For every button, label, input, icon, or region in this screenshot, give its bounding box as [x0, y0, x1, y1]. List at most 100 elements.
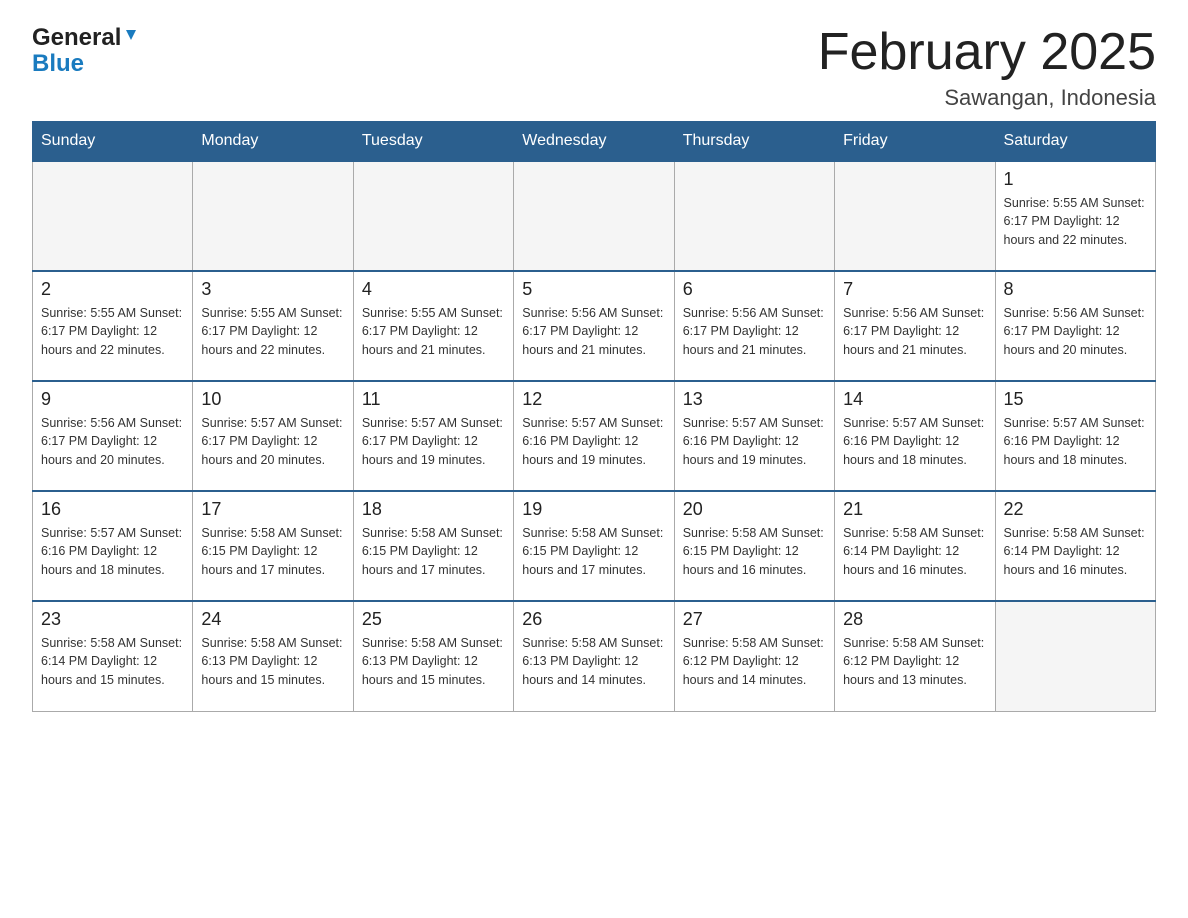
- day-info: Sunrise: 5:57 AM Sunset: 6:16 PM Dayligh…: [683, 414, 826, 470]
- calendar-cell: 17 Sunrise: 5:58 AM Sunset: 6:15 PM Dayli…: [193, 491, 353, 601]
- calendar-cell: 14 Sunrise: 5:57 AM Sunset: 6:16 PM Dayli…: [835, 381, 995, 491]
- day-info: Sunrise: 5:57 AM Sunset: 6:17 PM Dayligh…: [362, 414, 505, 470]
- calendar-cell: 23 Sunrise: 5:58 AM Sunset: 6:14 PM Dayli…: [33, 601, 193, 711]
- calendar-cell: 25 Sunrise: 5:58 AM Sunset: 6:13 PM Dayli…: [353, 601, 513, 711]
- header-wednesday: Wednesday: [514, 122, 674, 162]
- day-info: Sunrise: 5:57 AM Sunset: 6:16 PM Dayligh…: [843, 414, 986, 470]
- calendar-cell: 18 Sunrise: 5:58 AM Sunset: 6:15 PM Dayli…: [353, 491, 513, 601]
- day-info: Sunrise: 5:55 AM Sunset: 6:17 PM Dayligh…: [41, 304, 184, 360]
- day-number: 16: [41, 498, 184, 521]
- day-number: 12: [522, 388, 665, 411]
- calendar-cell: 2 Sunrise: 5:55 AM Sunset: 6:17 PM Daylig…: [33, 271, 193, 381]
- calendar-cell: [514, 161, 674, 271]
- calendar-cell: 11 Sunrise: 5:57 AM Sunset: 6:17 PM Dayli…: [353, 381, 513, 491]
- weekday-header-row: Sunday Monday Tuesday Wednesday Thursday…: [33, 122, 1156, 162]
- calendar-cell: 16Sunrise: 5:57 AM Sunset: 6:16 PM Dayli…: [33, 491, 193, 601]
- calendar-cell: 24 Sunrise: 5:58 AM Sunset: 6:13 PM Dayli…: [193, 601, 353, 711]
- calendar-cell: 1 Sunrise: 5:55 AM Sunset: 6:17 PM Daylig…: [995, 161, 1155, 271]
- calendar-cell: 13 Sunrise: 5:57 AM Sunset: 6:16 PM Dayli…: [674, 381, 834, 491]
- day-info: Sunrise: 5:56 AM Sunset: 6:17 PM Dayligh…: [522, 304, 665, 360]
- day-info: Sunrise: 5:55 AM Sunset: 6:17 PM Dayligh…: [362, 304, 505, 360]
- day-number: 26: [522, 608, 665, 631]
- calendar-cell: 22Sunrise: 5:58 AM Sunset: 6:14 PM Dayli…: [995, 491, 1155, 601]
- day-info: Sunrise: 5:58 AM Sunset: 6:15 PM Dayligh…: [683, 524, 826, 580]
- day-info: Sunrise: 5:58 AM Sunset: 6:13 PM Dayligh…: [201, 634, 344, 690]
- calendar-cell: 20 Sunrise: 5:58 AM Sunset: 6:15 PM Dayli…: [674, 491, 834, 601]
- calendar-cell: 9 Sunrise: 5:56 AM Sunset: 6:17 PM Daylig…: [33, 381, 193, 491]
- calendar-cell: [193, 161, 353, 271]
- month-title: February 2025: [818, 24, 1156, 81]
- calendar-cell: [995, 601, 1155, 711]
- week-row-4: 23 Sunrise: 5:58 AM Sunset: 6:14 PM Dayli…: [33, 601, 1156, 711]
- logo-general-text: General: [32, 24, 121, 52]
- header-monday: Monday: [193, 122, 353, 162]
- calendar-table: Sunday Monday Tuesday Wednesday Thursday…: [32, 121, 1156, 712]
- day-info: Sunrise: 5:55 AM Sunset: 6:17 PM Dayligh…: [1004, 194, 1147, 250]
- day-number: 2: [41, 278, 184, 301]
- day-info: Sunrise: 5:58 AM Sunset: 6:13 PM Dayligh…: [362, 634, 505, 690]
- logo-arrow-icon: [122, 27, 140, 50]
- day-number: 17: [201, 498, 344, 521]
- day-info: Sunrise: 5:56 AM Sunset: 6:17 PM Dayligh…: [1004, 304, 1147, 360]
- day-number: 20: [683, 498, 826, 521]
- day-info: Sunrise: 5:57 AM Sunset: 6:16 PM Dayligh…: [1004, 414, 1147, 470]
- calendar-cell: 10Sunrise: 5:57 AM Sunset: 6:17 PM Dayli…: [193, 381, 353, 491]
- day-number: 4: [362, 278, 505, 301]
- calendar-cell: 8 Sunrise: 5:56 AM Sunset: 6:17 PM Daylig…: [995, 271, 1155, 381]
- day-number: 19: [522, 498, 665, 521]
- day-number: 9: [41, 388, 184, 411]
- header-sunday: Sunday: [33, 122, 193, 162]
- calendar-cell: 4 Sunrise: 5:55 AM Sunset: 6:17 PM Daylig…: [353, 271, 513, 381]
- week-row-1: 2 Sunrise: 5:55 AM Sunset: 6:17 PM Daylig…: [33, 271, 1156, 381]
- day-number: 28: [843, 608, 986, 631]
- calendar-cell: 21 Sunrise: 5:58 AM Sunset: 6:14 PM Dayli…: [835, 491, 995, 601]
- day-info: Sunrise: 5:56 AM Sunset: 6:17 PM Dayligh…: [683, 304, 826, 360]
- day-number: 8: [1004, 278, 1147, 301]
- day-number: 13: [683, 388, 826, 411]
- day-number: 23: [41, 608, 184, 631]
- page: General Blue February 2025 Sawangan, Ind…: [0, 0, 1188, 736]
- day-info: Sunrise: 5:58 AM Sunset: 6:15 PM Dayligh…: [201, 524, 344, 580]
- calendar-cell: 6Sunrise: 5:56 AM Sunset: 6:17 PM Daylig…: [674, 271, 834, 381]
- calendar-cell: 15Sunrise: 5:57 AM Sunset: 6:16 PM Dayli…: [995, 381, 1155, 491]
- week-row-0: 1 Sunrise: 5:55 AM Sunset: 6:17 PM Daylig…: [33, 161, 1156, 271]
- day-number: 3: [201, 278, 344, 301]
- week-row-3: 16Sunrise: 5:57 AM Sunset: 6:16 PM Dayli…: [33, 491, 1156, 601]
- calendar-cell: 12 Sunrise: 5:57 AM Sunset: 6:16 PM Dayli…: [514, 381, 674, 491]
- logo-blue-text: Blue: [32, 50, 84, 78]
- day-info: Sunrise: 5:58 AM Sunset: 6:12 PM Dayligh…: [683, 634, 826, 690]
- day-info: Sunrise: 5:56 AM Sunset: 6:17 PM Dayligh…: [41, 414, 184, 470]
- calendar-cell: 5Sunrise: 5:56 AM Sunset: 6:17 PM Daylig…: [514, 271, 674, 381]
- logo: General Blue: [32, 24, 140, 78]
- day-info: Sunrise: 5:58 AM Sunset: 6:14 PM Dayligh…: [41, 634, 184, 690]
- location-title: Sawangan, Indonesia: [818, 85, 1156, 111]
- day-number: 1: [1004, 168, 1147, 191]
- header-saturday: Saturday: [995, 122, 1155, 162]
- day-number: 7: [843, 278, 986, 301]
- day-info: Sunrise: 5:57 AM Sunset: 6:17 PM Dayligh…: [201, 414, 344, 470]
- calendar-cell: 7 Sunrise: 5:56 AM Sunset: 6:17 PM Daylig…: [835, 271, 995, 381]
- day-info: Sunrise: 5:58 AM Sunset: 6:15 PM Dayligh…: [362, 524, 505, 580]
- calendar-cell: [674, 161, 834, 271]
- calendar-cell: 3Sunrise: 5:55 AM Sunset: 6:17 PM Daylig…: [193, 271, 353, 381]
- calendar-cell: 26Sunrise: 5:58 AM Sunset: 6:13 PM Dayli…: [514, 601, 674, 711]
- day-info: Sunrise: 5:56 AM Sunset: 6:17 PM Dayligh…: [843, 304, 986, 360]
- day-number: 14: [843, 388, 986, 411]
- day-number: 22: [1004, 498, 1147, 521]
- day-number: 11: [362, 388, 505, 411]
- day-number: 25: [362, 608, 505, 631]
- calendar-cell: [353, 161, 513, 271]
- header-tuesday: Tuesday: [353, 122, 513, 162]
- day-info: Sunrise: 5:58 AM Sunset: 6:14 PM Dayligh…: [843, 524, 986, 580]
- header-thursday: Thursday: [674, 122, 834, 162]
- day-info: Sunrise: 5:57 AM Sunset: 6:16 PM Dayligh…: [522, 414, 665, 470]
- calendar-cell: [835, 161, 995, 271]
- day-number: 21: [843, 498, 986, 521]
- header-row: General Blue February 2025 Sawangan, Ind…: [32, 24, 1156, 111]
- day-number: 18: [362, 498, 505, 521]
- day-number: 24: [201, 608, 344, 631]
- header-friday: Friday: [835, 122, 995, 162]
- week-row-2: 9 Sunrise: 5:56 AM Sunset: 6:17 PM Daylig…: [33, 381, 1156, 491]
- calendar-cell: [33, 161, 193, 271]
- title-section: February 2025 Sawangan, Indonesia: [818, 24, 1156, 111]
